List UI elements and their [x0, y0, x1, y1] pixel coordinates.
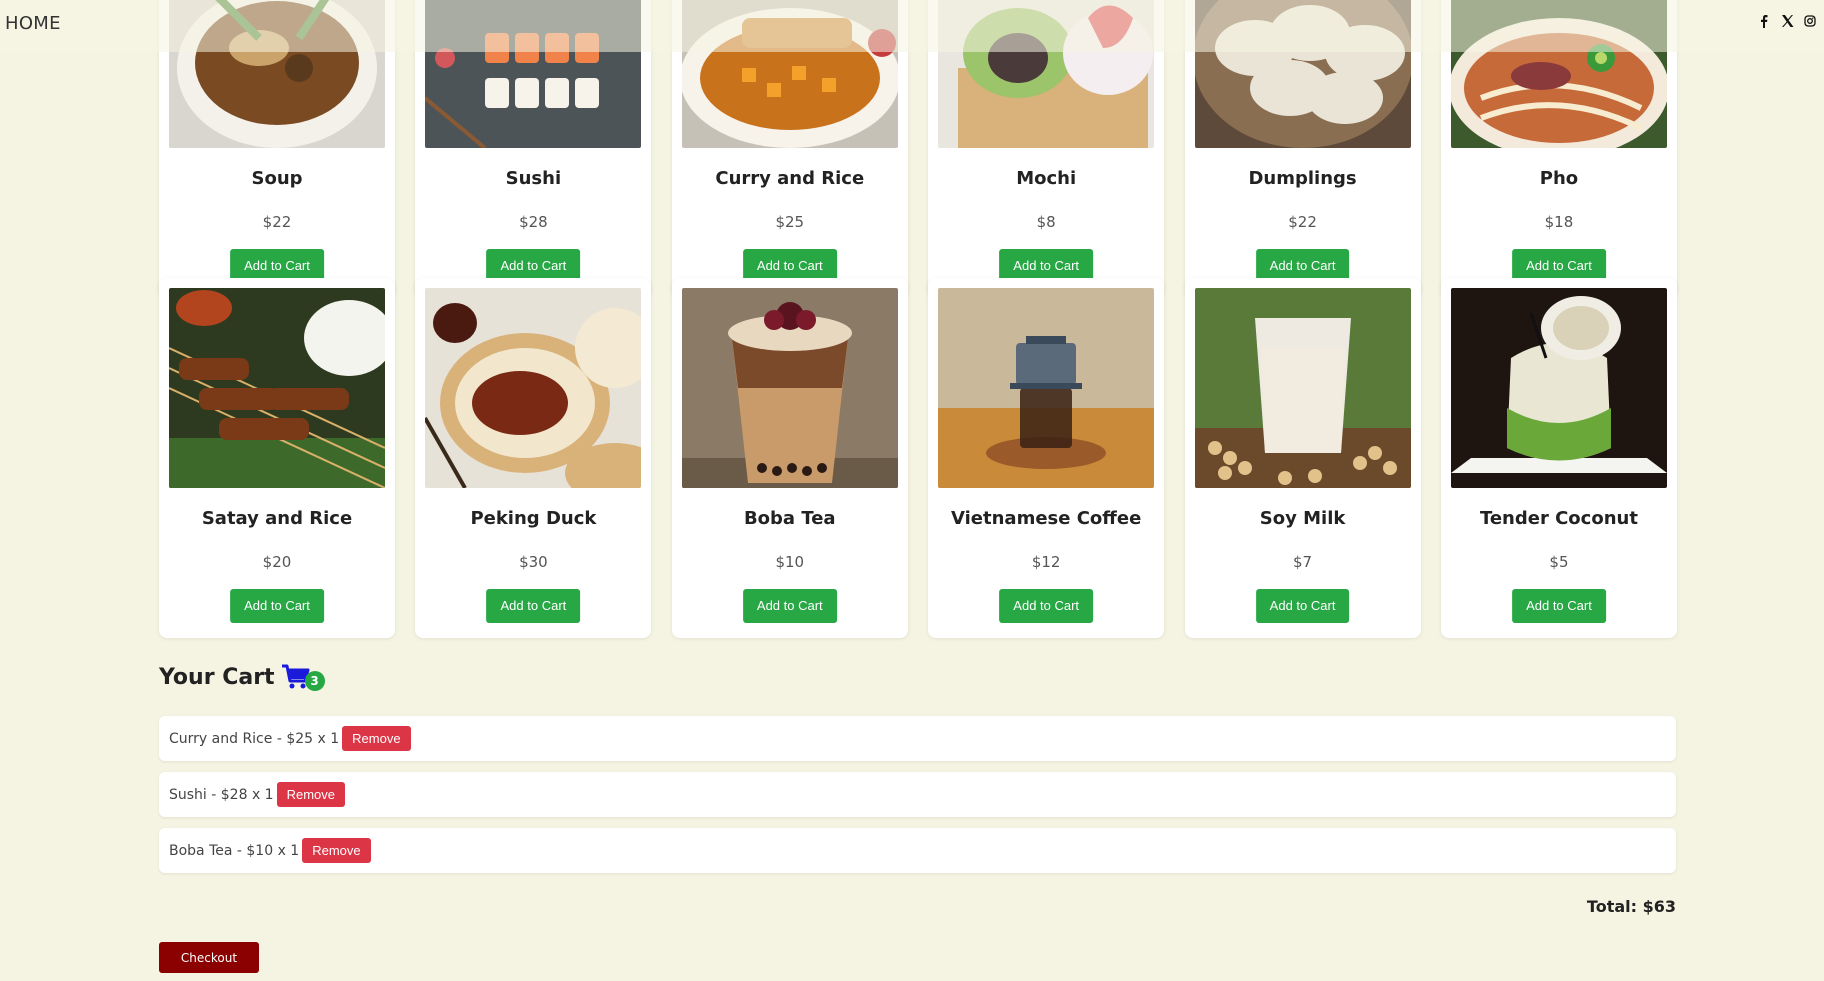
- cart-total: Total: $63: [1586, 897, 1676, 916]
- food-image: [1194, 288, 1411, 488]
- item-name: Pho: [1539, 168, 1579, 189]
- top-nav: HOME: [0, 0, 1824, 52]
- add-to-cart-button[interactable]: Add to Cart: [1255, 589, 1350, 623]
- item-price: $22: [262, 213, 292, 231]
- menu-card: Soy Milk $7 Add to Cart: [1184, 278, 1421, 638]
- food-image: [1450, 288, 1667, 488]
- menu-card: Tender Coconut $5 Add to Cart: [1440, 278, 1677, 638]
- home-link[interactable]: HOME: [5, 13, 61, 34]
- cart-heading: Your Cart 3: [159, 664, 325, 691]
- add-to-cart-button[interactable]: Add to Cart: [1512, 589, 1606, 623]
- cart-item-text: Curry and Rice - $25 x 1: [169, 730, 340, 747]
- item-name: Soy Milk: [1259, 508, 1346, 529]
- item-price: $10: [775, 553, 805, 571]
- remove-button[interactable]: Remove: [342, 726, 411, 751]
- menu-card: Vietnamese Coffee $12 Add to Cart: [928, 278, 1165, 638]
- add-to-cart-button[interactable]: Add to Cart: [486, 589, 581, 623]
- add-to-cart-button[interactable]: Add to Cart: [999, 589, 1094, 623]
- item-name: Dumplings: [1248, 168, 1357, 189]
- instagram-icon[interactable]: [1804, 14, 1816, 28]
- cart-count-badge: 3: [304, 671, 325, 691]
- checkout-button[interactable]: Checkout: [159, 942, 259, 973]
- item-price: $12: [1031, 553, 1061, 571]
- item-name: Curry and Rice: [715, 168, 865, 189]
- social-links: [1758, 14, 1816, 28]
- item-name: Sushi: [505, 168, 562, 189]
- item-price: $7: [1293, 553, 1313, 571]
- facebook-icon[interactable]: [1758, 14, 1770, 28]
- add-to-cart-button[interactable]: Add to Cart: [742, 589, 837, 623]
- cart-item: Boba Tea - $10 x 1 Remove: [159, 828, 1676, 873]
- item-price: $5: [1549, 553, 1569, 571]
- item-name: Satay and Rice: [201, 508, 353, 529]
- cart-list: Curry and Rice - $25 x 1 Remove Sushi - …: [159, 716, 1676, 884]
- item-price: $25: [775, 213, 805, 231]
- item-price: $30: [519, 553, 548, 571]
- item-name: Soup: [251, 168, 303, 189]
- food-image: [169, 288, 385, 488]
- food-image: [681, 288, 898, 488]
- cart-item-text: Boba Tea - $10 x 1: [169, 842, 300, 859]
- item-price: $18: [1544, 213, 1574, 231]
- cart-icon: 3: [281, 664, 325, 691]
- cart-item-text: Sushi - $28 x 1: [169, 786, 274, 803]
- remove-button[interactable]: Remove: [302, 838, 371, 863]
- menu-card: Boba Tea $10 Add to Cart: [671, 278, 908, 638]
- item-name: Tender Coconut: [1479, 508, 1638, 529]
- item-price: $20: [262, 553, 292, 571]
- item-name: Boba Tea: [743, 508, 836, 529]
- food-image: [425, 288, 642, 488]
- cart-title: Your Cart: [159, 664, 275, 690]
- item-price: $28: [519, 213, 548, 231]
- cart-item: Sushi - $28 x 1 Remove: [159, 772, 1676, 817]
- remove-button[interactable]: Remove: [276, 782, 346, 807]
- item-price: $22: [1288, 213, 1317, 231]
- x-icon[interactable]: [1781, 14, 1794, 28]
- item-name: Peking Duck: [470, 508, 597, 529]
- item-name: Mochi: [1016, 168, 1077, 189]
- menu-card: Peking Duck $30 Add to Cart: [415, 278, 652, 638]
- food-image: [938, 288, 1155, 488]
- menu-grid-row-2: Satay and Rice $20 Add to Cart Peking Du…: [159, 278, 1677, 638]
- menu-card: Satay and Rice $20 Add to Cart: [159, 278, 395, 638]
- item-price: $8: [1036, 213, 1056, 231]
- add-to-cart-button[interactable]: Add to Cart: [230, 589, 324, 623]
- item-name: Vietnamese Coffee: [951, 508, 1142, 529]
- cart-item: Curry and Rice - $25 x 1 Remove: [159, 716, 1676, 761]
